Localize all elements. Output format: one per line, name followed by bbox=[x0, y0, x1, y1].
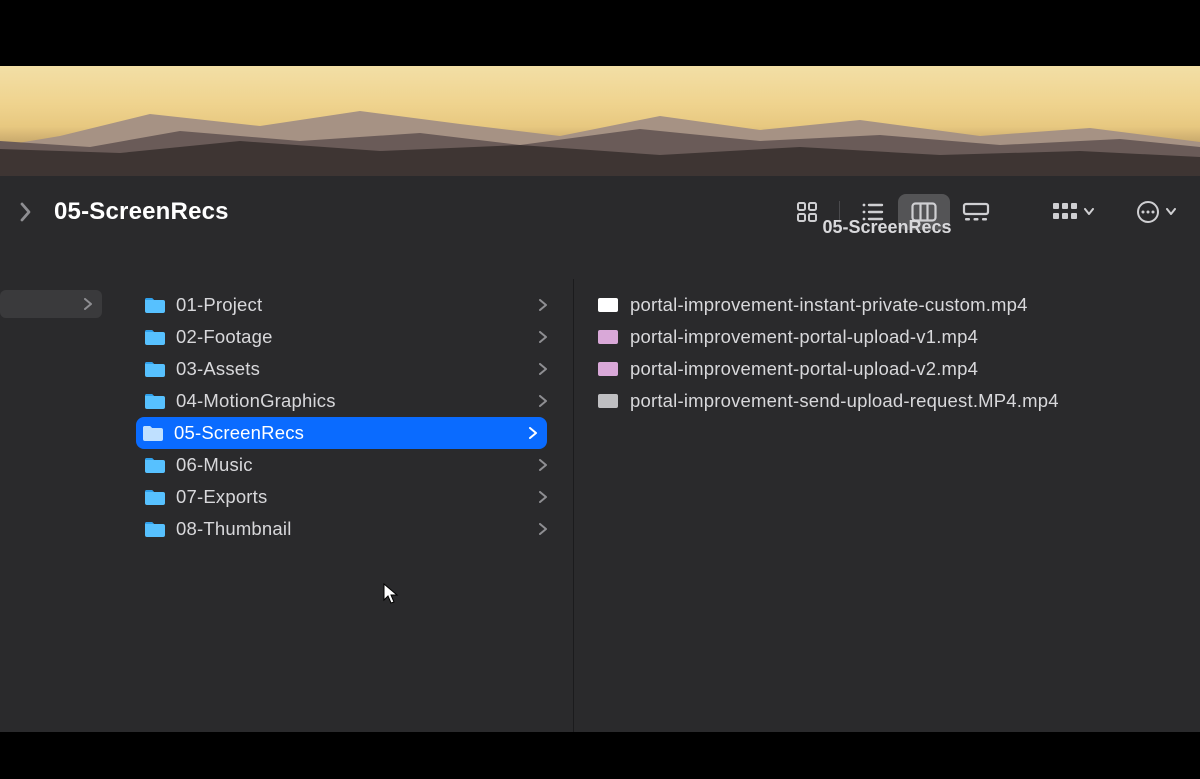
finder-window: 05-ScreenRecs bbox=[0, 176, 1200, 732]
chevron-right-icon bbox=[537, 395, 549, 407]
folder-icon bbox=[144, 360, 166, 378]
folder-row[interactable]: 06-Music bbox=[138, 449, 557, 481]
folder-name: 08-Thumbnail bbox=[176, 518, 529, 540]
file-row[interactable]: portal-improvement-send-upload-request.M… bbox=[598, 385, 1184, 417]
video-thumb-icon bbox=[598, 362, 618, 376]
folder-name: 02-Footage bbox=[176, 326, 529, 348]
folder-icon bbox=[142, 424, 164, 442]
chevron-right-icon bbox=[537, 491, 549, 503]
folder-name: 04-MotionGraphics bbox=[176, 390, 529, 412]
folder-icon bbox=[144, 456, 166, 474]
folder-name: 01-Project bbox=[176, 294, 529, 316]
file-row[interactable]: portal-improvement-portal-upload-v1.mp4 bbox=[598, 321, 1184, 353]
video-thumb-icon bbox=[598, 298, 618, 312]
chevron-down-icon bbox=[1166, 208, 1176, 216]
chevron-right-icon bbox=[537, 459, 549, 471]
folder-icon bbox=[144, 296, 166, 314]
chevron-down-icon bbox=[1084, 208, 1094, 216]
letterbox-bottom bbox=[0, 732, 1200, 779]
folder-icon bbox=[144, 488, 166, 506]
folder-row[interactable]: 02-Footage bbox=[138, 321, 557, 353]
desktop-wallpaper bbox=[0, 66, 1200, 176]
folder-icon bbox=[144, 392, 166, 410]
parent-selected-row[interactable] bbox=[0, 290, 102, 318]
folder-row[interactable]: 08-Thumbnail bbox=[138, 513, 557, 545]
folder-row[interactable]: 04-MotionGraphics bbox=[138, 385, 557, 417]
chevron-right-icon bbox=[537, 331, 549, 343]
window-title: 05-ScreenRecs bbox=[54, 198, 229, 226]
folder-name: 07-Exports bbox=[176, 486, 529, 508]
folder-row[interactable]: 05-ScreenRecs bbox=[136, 417, 547, 449]
chevron-right-icon bbox=[82, 298, 94, 310]
file-row[interactable]: portal-improvement-portal-upload-v2.mp4 bbox=[598, 353, 1184, 385]
file-name: portal-improvement-portal-upload-v2.mp4 bbox=[630, 358, 1184, 380]
video-thumb-icon bbox=[598, 394, 618, 408]
file-name: portal-improvement-portal-upload-v1.mp4 bbox=[630, 326, 1184, 348]
folder-name: 03-Assets bbox=[176, 358, 529, 380]
mouse-cursor-icon bbox=[382, 583, 400, 605]
file-row[interactable]: portal-improvement-instant-private-custo… bbox=[598, 289, 1184, 321]
video-thumb-icon bbox=[598, 330, 618, 344]
column-files[interactable]: portal-improvement-instant-private-custo… bbox=[574, 279, 1200, 732]
column-folders[interactable]: 01-Project 02-Footage 03-Assets 04-Motio… bbox=[118, 279, 574, 732]
file-name: portal-improvement-send-upload-request.M… bbox=[630, 390, 1184, 412]
chevron-right-icon bbox=[537, 523, 549, 535]
chevron-right-icon bbox=[537, 299, 549, 311]
file-name: portal-improvement-instant-private-custo… bbox=[630, 294, 1184, 316]
folder-row[interactable]: 03-Assets bbox=[138, 353, 557, 385]
folder-icon bbox=[144, 520, 166, 538]
back-button[interactable] bbox=[10, 197, 40, 227]
folder-row[interactable]: 01-Project bbox=[138, 289, 557, 321]
folder-name: 06-Music bbox=[176, 454, 529, 476]
chevron-right-icon bbox=[537, 363, 549, 375]
folder-icon bbox=[144, 328, 166, 346]
mountain-layer-front bbox=[0, 131, 1200, 176]
chevron-right-icon bbox=[18, 201, 32, 223]
folder-row[interactable]: 07-Exports bbox=[138, 481, 557, 513]
letterbox-top bbox=[0, 0, 1200, 66]
column-browser: 01-Project 02-Footage 03-Assets 04-Motio… bbox=[0, 279, 1200, 732]
folder-name: 05-ScreenRecs bbox=[174, 422, 519, 444]
column-parent[interactable] bbox=[0, 279, 118, 732]
chevron-right-icon bbox=[527, 427, 539, 439]
column-title: 05-ScreenRecs bbox=[574, 217, 1200, 248]
